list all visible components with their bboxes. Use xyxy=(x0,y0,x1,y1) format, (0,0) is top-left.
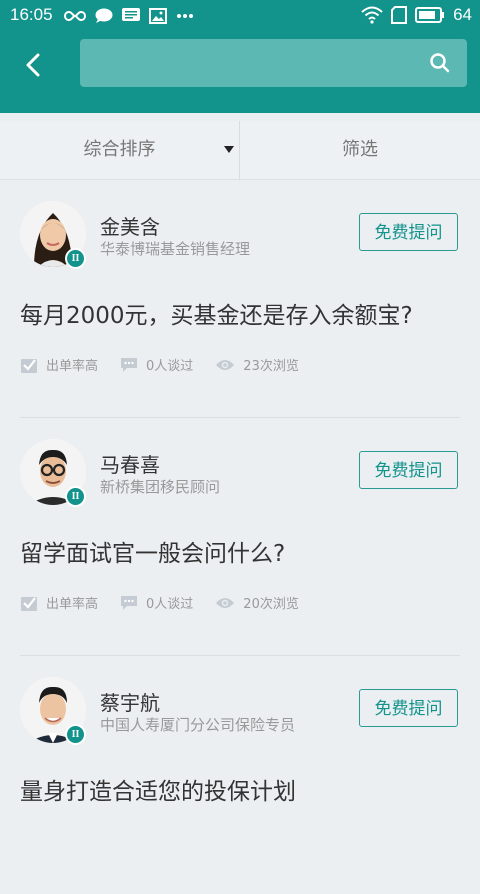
views-count: 20次浏览 xyxy=(243,597,299,612)
views-count: 23次浏览 xyxy=(243,359,299,374)
question-text[interactable]: 留学面试官一般会问什么? xyxy=(20,534,285,568)
back-button[interactable] xyxy=(18,49,50,81)
battery-level: 64 xyxy=(453,5,472,24)
battery-icon xyxy=(415,7,445,23)
advisor-card[interactable]: II 马春喜 新桥集团移民顾问 免费提问 留学面试官一般会问什么? 出单率高 0… xyxy=(0,418,480,656)
checkbox-check-icon xyxy=(21,358,37,373)
free-ask-button[interactable]: 免费提问 xyxy=(359,213,458,251)
checkbox-check-icon xyxy=(21,596,37,611)
status-time: 16:05 xyxy=(10,5,53,24)
advisor-name: 蔡宇航 xyxy=(100,691,160,715)
sort-default-tab[interactable]: 综合排序 xyxy=(0,121,239,179)
sort-bar: 综合排序 筛选 xyxy=(0,121,480,180)
rate-item: 出单率高 xyxy=(20,593,98,612)
talks-count: 0人谈过 xyxy=(146,597,194,612)
free-ask-button[interactable]: 免费提问 xyxy=(359,689,458,727)
views-item: 23次浏览 xyxy=(215,355,299,374)
rate-item: 出单率高 xyxy=(20,355,98,374)
advisor-name: 金美含 xyxy=(100,215,160,239)
avatar[interactable]: II xyxy=(20,201,86,269)
free-ask-button[interactable]: 免费提问 xyxy=(359,451,458,489)
eye-icon xyxy=(216,597,235,608)
wifi-icon xyxy=(361,6,383,24)
advisor-card[interactable]: II 蔡宇航 中国人寿厦门分公司保险专员 免费提问 量身打造合适您的投保计划 xyxy=(0,656,480,894)
avatar[interactable]: II xyxy=(20,677,86,745)
status-right: 64 xyxy=(361,5,472,25)
advisor-card[interactable]: II 金美含 华泰博瑞基金销售经理 免费提问 每月2000元，买基金还是存入余额… xyxy=(0,180,480,418)
advisor-title: 华泰博瑞基金销售经理 xyxy=(100,240,251,258)
top-bar xyxy=(0,33,480,113)
advisor-title: 中国人寿厦门分公司保险专员 xyxy=(100,716,296,734)
level-badge: II xyxy=(65,486,86,507)
rate-label: 出单率高 xyxy=(46,359,99,374)
question-text[interactable]: 量身打造合适您的投保计划 xyxy=(20,772,296,806)
dropdown-triangle-icon xyxy=(224,146,234,153)
chat-bubble-icon xyxy=(95,8,113,23)
search-icon[interactable] xyxy=(429,52,451,74)
avatar[interactable]: II xyxy=(20,439,86,507)
rate-label: 出单率高 xyxy=(46,597,99,612)
message-icon xyxy=(122,8,140,21)
sort-default-label: 综合排序 xyxy=(83,139,156,160)
level-badge: II xyxy=(65,248,86,269)
advisor-title: 新桥集团移民顾问 xyxy=(100,478,221,496)
talks-count: 0人谈过 xyxy=(146,359,194,374)
level-badge: II xyxy=(65,724,86,745)
filter-tab[interactable]: 筛选 xyxy=(240,121,480,179)
sim-icon xyxy=(391,6,408,24)
filter-label: 筛选 xyxy=(342,139,378,160)
views-item: 20次浏览 xyxy=(215,593,299,612)
card-meta: 出单率高 0人谈过 20次浏览 xyxy=(20,593,321,612)
card-meta: 出单率高 0人谈过 23次浏览 xyxy=(20,355,321,374)
image-icon xyxy=(149,8,167,24)
search-input[interactable] xyxy=(80,39,467,87)
talks-item: 0人谈过 xyxy=(120,355,193,374)
talks-item: 0人谈过 xyxy=(120,593,193,612)
more-dots-icon xyxy=(177,14,193,18)
chevron-left-icon xyxy=(26,53,40,77)
notification-icons xyxy=(64,8,194,24)
advisor-name: 马春喜 xyxy=(100,453,160,477)
eye-icon xyxy=(216,359,235,370)
question-text[interactable]: 每月2000元，买基金还是存入余额宝? xyxy=(20,296,413,330)
infinity-icon xyxy=(64,10,86,22)
comment-icon xyxy=(121,357,138,372)
comment-icon xyxy=(121,595,138,610)
status-bar: 16:05 64 xyxy=(0,0,480,33)
